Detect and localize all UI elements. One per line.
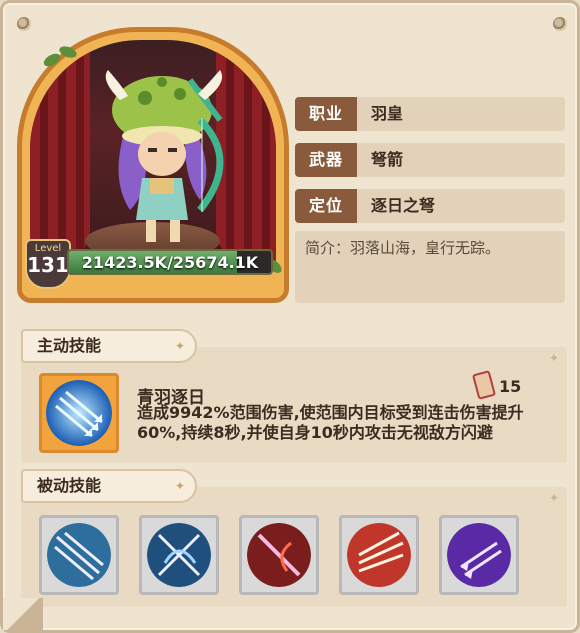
star-icon: ✦: [174, 339, 185, 353]
skill-cost: 15: [499, 377, 522, 396]
passive-skill-2[interactable]: [139, 515, 219, 595]
passive-skill-4[interactable]: [339, 515, 419, 595]
level-number: 131: [27, 253, 69, 277]
role-key: 定位: [295, 189, 357, 223]
weapon-key: 武器: [295, 143, 357, 177]
info-row-role: 定位 逐日之弩: [295, 189, 565, 223]
crossed-arrows-icon: [147, 523, 211, 587]
role-value: 逐日之弩: [371, 196, 436, 215]
fire-arrows-icon: [347, 523, 411, 587]
active-skill-description: 造成9942%范围伤害,使范围内目标受到连击伤害提升60%,持续8秒,并使自身1…: [137, 403, 524, 442]
active-skills-label: 主动技能: [37, 336, 102, 355]
info-row-weapon: 武器 弩箭: [295, 143, 565, 177]
hp-text: 21423.5K/25674.1K: [81, 253, 259, 272]
passive-skill-5[interactable]: [439, 515, 519, 595]
level-badge: Level 131: [25, 239, 71, 289]
character-description: 简介：羽落山海，皇行无踪。: [295, 231, 565, 303]
tab-active-skills[interactable]: 主动技能 ✦: [21, 329, 197, 363]
weapon-value: 弩箭: [371, 150, 404, 169]
active-skill-icon[interactable]: [39, 373, 119, 453]
corner-star-icon: ✦: [548, 491, 559, 505]
red-arrow-icon: [247, 523, 311, 587]
class-value: 羽皇: [371, 104, 404, 123]
character-panel: Level 131 21423.5K/25674.1K 职业 羽皇 武器 弩箭 …: [0, 0, 580, 633]
info-row-class: 职业 羽皇: [295, 97, 565, 131]
rivet-icon: [553, 17, 567, 31]
feather-arrow-icon: [46, 380, 112, 446]
triple-arrow-icon: [47, 523, 111, 587]
class-key: 职业: [295, 97, 357, 131]
curtain-left: [30, 40, 90, 268]
passive-skills-label: 被动技能: [37, 476, 102, 495]
purple-arrows-icon: [447, 523, 511, 587]
star-icon: ✦: [174, 479, 185, 493]
rivet-icon: [17, 17, 31, 31]
passive-skill-1[interactable]: [39, 515, 119, 595]
hero-sprite: [105, 70, 224, 242]
page-fold: [3, 598, 43, 630]
tab-passive-skills[interactable]: 被动技能 ✦: [21, 469, 197, 503]
corner-star-icon: ✦: [548, 351, 559, 365]
hp-bar: 21423.5K/25674.1K: [67, 249, 273, 275]
passive-skill-3[interactable]: [239, 515, 319, 595]
stage-background: [30, 40, 276, 268]
